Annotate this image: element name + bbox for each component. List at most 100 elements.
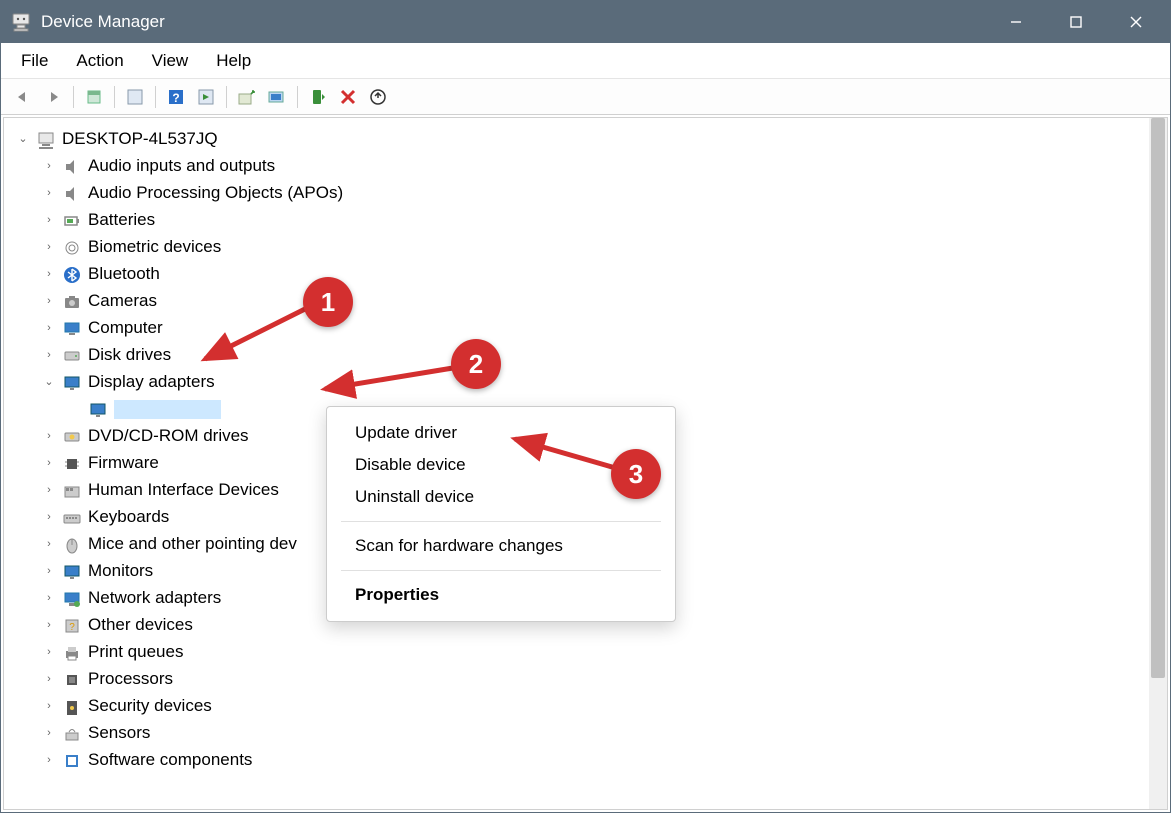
annotation-marker-1: 1 [303,277,353,327]
tree-category[interactable]: › Biometric devices [16,234,1145,261]
chevron-right-icon[interactable]: › [42,322,56,336]
tree-category[interactable]: › Processors [16,666,1145,693]
tree-category[interactable]: › Security devices [16,693,1145,720]
update-driver-icon[interactable] [233,84,261,110]
chevron-down-icon[interactable]: ⌄ [42,376,56,390]
speaker-icon [62,157,82,177]
display-icon [62,373,82,393]
tree-category[interactable]: › Disk drives [16,342,1145,369]
printer-icon [62,643,82,663]
tree-category-label: Cameras [88,292,157,311]
keyboard-icon [62,508,82,528]
menubar: File Action View Help [1,43,1170,79]
context-separator [341,570,661,571]
chevron-right-icon[interactable]: › [42,187,56,201]
annotation-marker-2: 2 [451,339,501,389]
menu-view[interactable]: View [138,47,203,75]
refresh-icon[interactable] [121,84,149,110]
tree-category[interactable]: › Computer [16,315,1145,342]
tree-category-label: DVD/CD-ROM drives [88,427,249,446]
toolbar-separator [155,86,156,108]
tree-category-label: Computer [88,319,163,338]
tree-category-label: Security devices [88,697,212,716]
chevron-right-icon[interactable]: › [42,754,56,768]
titlebar: Device Manager [1,1,1170,43]
tree-category[interactable]: ⌄Display adapters [16,369,1145,396]
toolbar: ? [1,79,1170,115]
tree-category-label: Batteries [88,211,155,230]
chevron-right-icon[interactable]: › [42,619,56,633]
chip-icon [62,454,82,474]
toolbar-separator [226,86,227,108]
chevron-right-icon[interactable]: › [42,268,56,282]
tree-category-label: Processors [88,670,173,689]
window-controls [986,1,1166,43]
disk-icon [62,346,82,366]
nav-forward-icon[interactable] [39,84,67,110]
nav-back-icon[interactable] [9,84,37,110]
chevron-right-icon[interactable]: › [42,727,56,741]
chevron-right-icon[interactable]: › [42,646,56,660]
optical-icon [62,427,82,447]
tree-category-label: Human Interface Devices [88,481,279,500]
chevron-right-icon[interactable]: › [42,295,56,309]
chevron-right-icon[interactable]: › [42,430,56,444]
chevron-right-icon[interactable]: › [42,511,56,525]
uninstall-icon[interactable] [364,84,392,110]
hid-icon [62,481,82,501]
context-separator [341,521,661,522]
svg-text:?: ? [69,622,75,633]
detail-icon[interactable] [192,84,220,110]
tree-category[interactable]: ›Print queues [16,639,1145,666]
menu-help[interactable]: Help [202,47,265,75]
speaker-icon [62,184,82,204]
tree-category[interactable]: › Batteries [16,207,1145,234]
chevron-right-icon[interactable]: › [42,349,56,363]
chevron-right-icon[interactable]: › [42,538,56,552]
tree-category[interactable]: › Cameras [16,288,1145,315]
context-properties[interactable]: Properties [327,579,675,611]
unknown-icon: ? [62,616,82,636]
spacer [68,403,82,417]
chevron-right-icon[interactable]: › [42,214,56,228]
tree-category[interactable]: ›Audio Processing Objects (APOs) [16,180,1145,207]
maximize-button[interactable] [1046,1,1106,43]
help-icon[interactable]: ? [162,84,190,110]
tree-category[interactable]: ›Software components [16,747,1145,774]
toolbar-separator [297,86,298,108]
scrollbar[interactable] [1149,118,1167,809]
tree-category-label: Biometric devices [88,238,221,257]
menu-file[interactable]: File [7,47,62,75]
chevron-right-icon[interactable]: › [42,457,56,471]
bluetooth-icon [62,265,82,285]
close-button[interactable] [1106,1,1166,43]
tree-root[interactable]: ⌄DESKTOP-4L537JQ [16,126,1145,153]
chevron-down-icon[interactable]: ⌄ [16,133,30,147]
chevron-right-icon[interactable]: › [42,673,56,687]
context-scan-hardware[interactable]: Scan for hardware changes [327,530,675,562]
app-icon [11,12,31,32]
tree-category[interactable]: ›Bluetooth [16,261,1145,288]
scan-icon[interactable] [263,84,291,110]
tree-category-label: Firmware [88,454,159,473]
annotation-marker-3: 3 [611,449,661,499]
chevron-right-icon[interactable]: › [42,241,56,255]
tree-category[interactable]: › Audio inputs and outputs [16,153,1145,180]
menu-action[interactable]: Action [62,47,137,75]
software-icon [62,751,82,771]
tree-category-label: Audio inputs and outputs [88,157,275,176]
properties-icon[interactable] [80,84,108,110]
tree-category-label: Disk drives [88,346,171,365]
chevron-right-icon[interactable]: › [42,484,56,498]
tree-category[interactable]: ›Sensors [16,720,1145,747]
sensor-icon [62,724,82,744]
chevron-right-icon[interactable]: › [42,592,56,606]
scroll-thumb[interactable] [1151,118,1165,678]
chevron-right-icon[interactable]: › [42,160,56,174]
minimize-button[interactable] [986,1,1046,43]
chevron-right-icon[interactable]: › [42,565,56,579]
disable-icon[interactable] [334,84,362,110]
enable-icon[interactable] [304,84,332,110]
tree-category-label: Network adapters [88,589,221,608]
chevron-right-icon[interactable]: › [42,700,56,714]
